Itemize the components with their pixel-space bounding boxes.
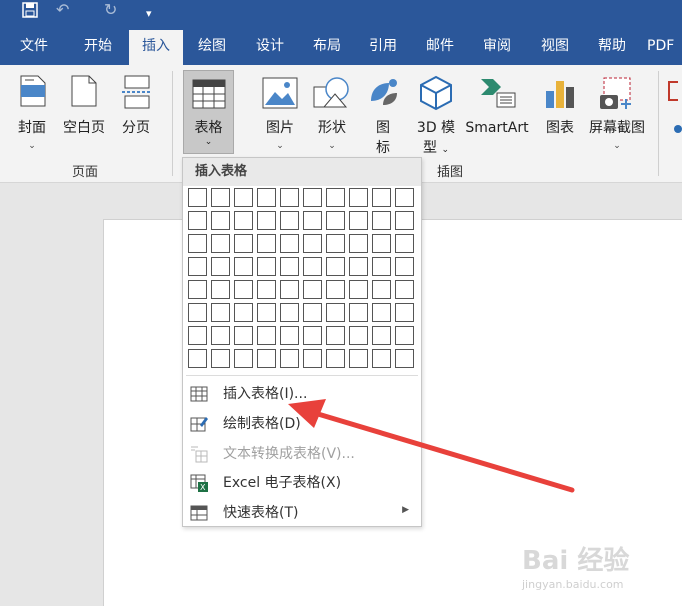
annotation-arrow-icon — [288, 399, 575, 493]
watermark-logo: Bai 经验 — [522, 546, 630, 576]
watermark-url: jingyan.baidu.com — [522, 578, 624, 591]
